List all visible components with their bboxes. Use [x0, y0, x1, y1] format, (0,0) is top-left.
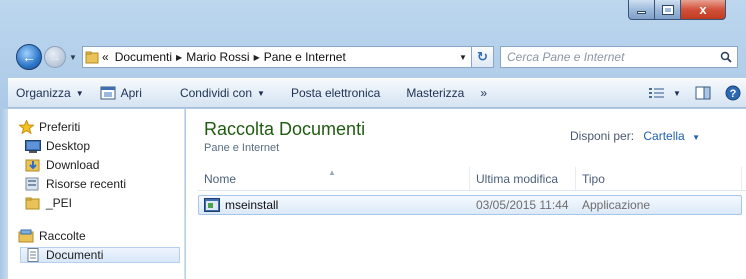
library-subtitle: Pane e Internet [204, 142, 280, 154]
nav-libraries[interactable]: Raccolte [8, 228, 184, 244]
column-name-label: Nome [204, 172, 237, 186]
search-box[interactable] [500, 46, 738, 68]
installer-icon [204, 198, 220, 212]
view-list-icon [649, 88, 664, 98]
file-date: 03/05/2015 11:44 [476, 198, 569, 212]
back-button[interactable]: ← [16, 44, 42, 70]
file-type: Applicazione [582, 198, 651, 212]
breadcrumb-mario-rossi[interactable]: Mario Rossi [183, 50, 252, 64]
minimize-icon [637, 11, 646, 14]
close-icon: x [699, 2, 707, 17]
view-options-dropdown[interactable]: ▼ [670, 81, 684, 105]
svg-text:?: ? [730, 88, 737, 100]
organize-button[interactable]: Organizza ▼ [8, 81, 92, 105]
breadcrumb-separator-icon[interactable]: ▶ [175, 53, 183, 62]
desktop-icon [25, 139, 41, 153]
nav-favorites-label: Preferiti [39, 120, 81, 134]
application-icon [100, 86, 116, 100]
search-icon[interactable] [715, 47, 737, 67]
folder-icon [25, 196, 41, 210]
forward-button[interactable]: → [44, 46, 66, 68]
burn-button[interactable]: Masterizza [398, 81, 472, 105]
open-label: Apri [120, 86, 142, 100]
preview-pane-button[interactable] [690, 81, 716, 105]
chevron-down-icon: ▼ [75, 88, 84, 98]
close-button[interactable]: x [681, 0, 726, 20]
sort-ascending-icon: ▲ [328, 168, 336, 177]
search-input[interactable] [507, 50, 715, 64]
nav-desktop[interactable]: Desktop [8, 138, 184, 154]
nav-desktop-label: Desktop [46, 139, 91, 153]
chevron-down-icon[interactable]: ▼ [692, 133, 700, 142]
organize-label: Organizza [16, 86, 71, 100]
share-with-button[interactable]: Condividi con ▼ [172, 81, 273, 105]
recent-places-icon [25, 177, 41, 191]
breadcrumb-separator-icon[interactable]: ▶ [253, 53, 261, 62]
minimize-button[interactable] [628, 0, 655, 20]
open-button[interactable]: Apri [92, 81, 150, 105]
folder-icon [85, 51, 99, 64]
nav-favorites[interactable]: Preferiti [8, 119, 184, 135]
libraries-icon [18, 229, 34, 243]
nav-recent-label: Risorse recenti [46, 177, 127, 191]
arrange-label: Disponi per: [570, 129, 635, 143]
nav-download[interactable]: Download [8, 157, 184, 173]
download-folder-icon [25, 158, 41, 172]
nav-recent-places[interactable]: Risorse recenti [8, 176, 184, 192]
share-label: Condividi con [179, 86, 253, 100]
breadcrumb-pane-e-internet[interactable]: Pane e Internet [261, 50, 349, 64]
column-headers: Nome ▲ Ultima modifica Tipo Di [198, 167, 746, 191]
file-name: mseinstall [225, 198, 279, 212]
nav-documents[interactable]: Documenti [20, 247, 180, 263]
email-button[interactable]: Posta elettronica [283, 81, 388, 105]
chevron-down-icon: ▼ [257, 88, 265, 98]
navigation-bar: ← → ▼ « Documenti ▶ Mario Rossi ▶ Pane e… [16, 44, 738, 70]
maximize-button[interactable] [655, 0, 681, 20]
documents-icon [25, 248, 41, 262]
email-label: Posta elettronica [290, 86, 381, 100]
nav-download-label: Download [46, 158, 100, 172]
address-bar[interactable]: « Documenti ▶ Mario Rossi ▶ Pane e Inter… [82, 46, 472, 68]
burn-label: Masterizza [406, 86, 465, 100]
nav-pei-label: _PEI [46, 196, 73, 210]
breadcrumb-documenti[interactable]: Documenti [112, 50, 175, 64]
column-header-size[interactable]: Di [742, 167, 746, 191]
maximize-icon [661, 4, 674, 15]
nav-libraries-label: Raccolte [39, 229, 86, 243]
arrange-by-dropdown[interactable]: Cartella [643, 129, 684, 143]
caption-buttons: x [628, 0, 746, 20]
file-row[interactable]: mseinstall 03/05/2015 11:44 Applicazione [198, 195, 742, 215]
column-header-type[interactable]: Tipo [576, 167, 742, 191]
forward-arrow-icon: → [49, 50, 61, 64]
help-button[interactable]: ? [720, 81, 746, 105]
breadcrumb-overflow[interactable]: « [99, 50, 112, 64]
navigation-pane: Preferiti Desktop Download Risorse recen… [8, 109, 185, 279]
back-arrow-icon: ← [22, 49, 36, 65]
preview-pane-icon [695, 86, 711, 100]
arrange-by: Disponi per: Cartella ▼ [570, 129, 700, 143]
more-commands-button[interactable]: » [472, 81, 495, 105]
library-title: Raccolta Documenti [204, 119, 366, 139]
file-name-cell: mseinstall [204, 196, 278, 214]
address-dropdown-icon[interactable]: ▼ [455, 53, 471, 62]
change-view-button[interactable] [644, 81, 670, 105]
refresh-button[interactable]: ↻ [472, 46, 494, 68]
column-header-date[interactable]: Ultima modifica [470, 167, 576, 191]
star-icon [18, 120, 34, 134]
column-header-name[interactable]: Nome ▲ [198, 167, 470, 191]
nav-pei[interactable]: _PEI [8, 195, 184, 211]
command-bar: Organizza ▼ Apri Condividi con ▼ Posta e… [8, 78, 746, 108]
refresh-icon: ↻ [477, 49, 488, 64]
more-label: » [480, 86, 488, 100]
explorer-window: x ← → ▼ « Documenti ▶ Mario Rossi ▶ Pane… [0, 0, 746, 279]
recent-pages-dropdown[interactable]: ▼ [67, 53, 79, 62]
nav-documents-label: Documenti [46, 248, 104, 262]
file-list-pane: Raccolta Documenti Pane e Internet Dispo… [186, 109, 746, 279]
help-icon: ? [725, 85, 741, 101]
window-border [0, 109, 8, 279]
